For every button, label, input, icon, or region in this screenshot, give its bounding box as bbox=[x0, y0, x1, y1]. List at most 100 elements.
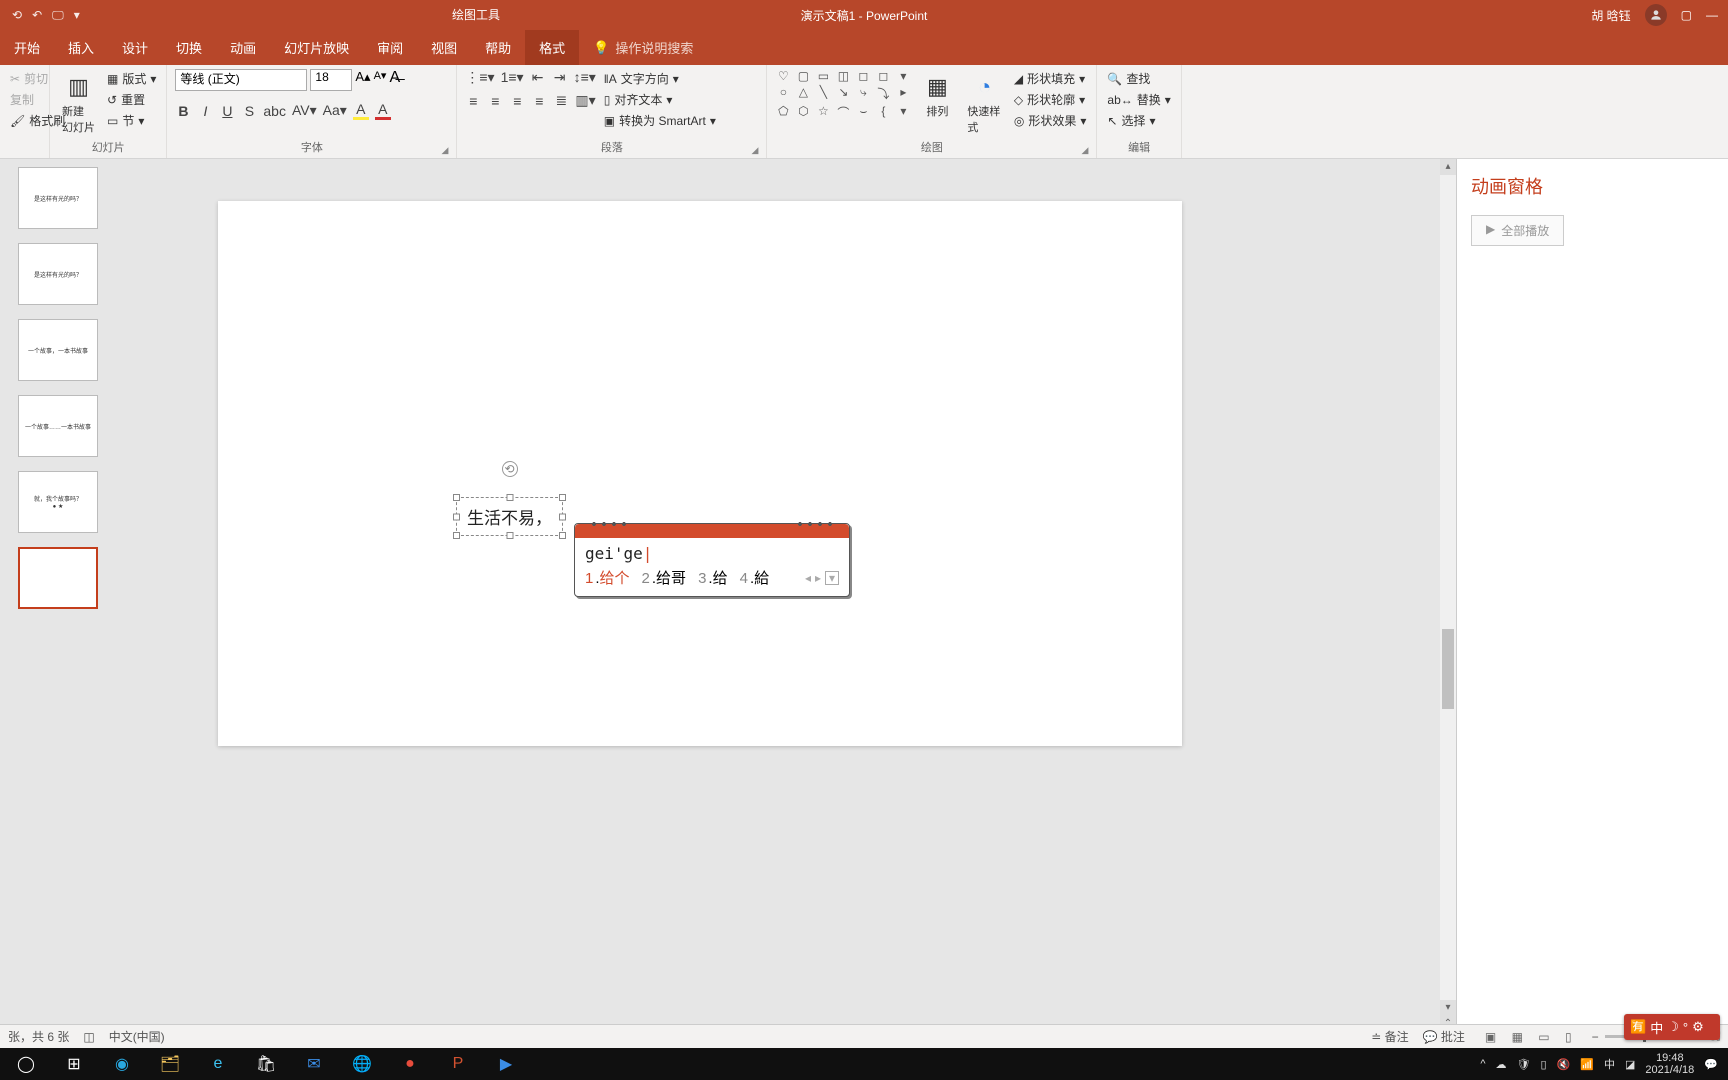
comments-button[interactable]: 💬 批注 bbox=[1423, 1028, 1465, 1045]
tab-animation[interactable]: 动画 bbox=[216, 30, 270, 65]
align-text-button[interactable]: ▯对齐文本▾ bbox=[602, 90, 718, 109]
thumbnail-3[interactable]: 一个故事，一本书故事 bbox=[18, 319, 98, 381]
clear-format-icon[interactable]: A̶ bbox=[389, 69, 400, 91]
reset-button[interactable]: ↺重置 bbox=[105, 90, 158, 109]
store-icon[interactable]: 🛍 bbox=[244, 1048, 288, 1080]
thumbnail-1[interactable]: 是这样有光的吗？ bbox=[18, 167, 98, 229]
play-all-button[interactable]: ▶ 全部播放 bbox=[1471, 215, 1564, 246]
mail-icon[interactable]: ✉ bbox=[292, 1048, 336, 1080]
ime-candidate-4[interactable]: 4.給 bbox=[740, 567, 770, 588]
resize-handle[interactable] bbox=[453, 532, 460, 539]
find-button[interactable]: 🔍查找 bbox=[1105, 69, 1172, 88]
reading-view-icon[interactable]: ▭ bbox=[1532, 1030, 1555, 1044]
increase-font-icon[interactable]: A▴ bbox=[355, 69, 370, 91]
scroll-up-icon[interactable]: ▴ bbox=[1440, 159, 1456, 175]
tab-transition[interactable]: 切换 bbox=[162, 30, 216, 65]
dialog-launcher-icon[interactable]: ◢ bbox=[1081, 145, 1088, 156]
tab-review[interactable]: 审阅 bbox=[363, 30, 417, 65]
ime-candidate-1[interactable]: 1.给个 bbox=[585, 567, 630, 588]
edge-icon[interactable]: ◉ bbox=[100, 1048, 144, 1080]
thumbnail-6[interactable] bbox=[18, 547, 98, 609]
ime-candidates[interactable]: 1.给个 2.给哥 3.给 4.給 ◂ ▸ ▾ bbox=[575, 565, 849, 596]
resize-handle[interactable] bbox=[506, 494, 513, 501]
textbox-content[interactable]: 生活不易， bbox=[467, 509, 552, 528]
tab-view[interactable]: 视图 bbox=[417, 30, 471, 65]
ie-icon[interactable]: e bbox=[196, 1048, 240, 1080]
shadow-button[interactable]: abc bbox=[263, 103, 286, 119]
dialog-launcher-icon[interactable]: ◢ bbox=[441, 145, 448, 156]
browser-icon[interactable]: 🌐 bbox=[340, 1048, 384, 1080]
tab-slideshow[interactable]: 幻灯片放映 bbox=[270, 30, 363, 65]
current-slide[interactable]: ⟲ 生活不易， gei'ge 1.给个 2.给哥 bbox=[218, 201, 1182, 746]
smartart-button[interactable]: ▣转换为 SmartArt▾ bbox=[602, 111, 718, 130]
ime-candidate-2[interactable]: 2.给哥 bbox=[642, 567, 687, 588]
columns-button[interactable]: ▥▾ bbox=[575, 92, 595, 109]
justify-button[interactable]: ≡ bbox=[531, 93, 547, 109]
shapes-gallery[interactable]: ♡▢▭◫◻◻▾ ○△╲↘⤷⤵▸ ⬠⬡☆⌒⌣{▾ bbox=[775, 69, 911, 121]
change-case-button[interactable]: Aa▾ bbox=[323, 102, 347, 119]
rotation-handle-icon[interactable]: ⟲ bbox=[502, 461, 518, 477]
accessibility-icon[interactable]: ◫ bbox=[83, 1030, 94, 1044]
resize-handle[interactable] bbox=[559, 532, 566, 539]
tab-help[interactable]: 帮助 bbox=[471, 30, 525, 65]
resize-handle[interactable] bbox=[559, 494, 566, 501]
minimize-icon[interactable]: — bbox=[1706, 8, 1718, 22]
line-spacing-button[interactable]: ↕≡▾ bbox=[574, 69, 596, 86]
tab-design[interactable]: 设计 bbox=[108, 30, 162, 65]
tray-wifi-icon[interactable]: 📶 bbox=[1580, 1058, 1594, 1071]
taskbar-clock[interactable]: 19:48 2021/4/18 bbox=[1645, 1052, 1694, 1076]
powerpoint-icon[interactable]: P bbox=[436, 1048, 480, 1080]
language-indicator[interactable]: 中文(中国) bbox=[109, 1028, 165, 1045]
explorer-icon[interactable]: 🗂 bbox=[148, 1048, 192, 1080]
new-slide-button[interactable]: ▥ 新建 幻灯片 bbox=[58, 69, 99, 137]
layout-button[interactable]: ▦版式▾ bbox=[105, 69, 158, 88]
select-button[interactable]: ↖选择▾ bbox=[1105, 111, 1172, 130]
media-icon[interactable]: ▶ bbox=[484, 1048, 528, 1080]
numbering-button[interactable]: 1≡▾ bbox=[501, 69, 524, 86]
ime-next-icon[interactable]: ▸ bbox=[815, 571, 821, 585]
ime-candidate-3[interactable]: 3.给 bbox=[698, 567, 728, 588]
ribbon-display-icon[interactable]: ▢ bbox=[1681, 8, 1692, 22]
tray-ime-icon[interactable]: ▯ bbox=[1540, 1058, 1546, 1071]
font-color-button[interactable]: A bbox=[375, 101, 391, 120]
tell-me-search[interactable]: 💡 操作说明搜索 bbox=[579, 30, 707, 65]
thumbnail-4[interactable]: 一个故事……一本书故事 bbox=[18, 395, 98, 457]
action-center-icon[interactable]: 💬 bbox=[1704, 1058, 1718, 1071]
shape-outline-button[interactable]: ◇形状轮廓▾ bbox=[1012, 90, 1089, 109]
tray-volume-icon[interactable]: 🔇 bbox=[1557, 1058, 1571, 1071]
strike-button[interactable]: S bbox=[241, 103, 257, 119]
sorter-view-icon[interactable]: ▦ bbox=[1506, 1030, 1529, 1044]
shape-effects-button[interactable]: ◎形状效果▾ bbox=[1012, 111, 1089, 130]
task-view-icon[interactable]: ⊞ bbox=[52, 1048, 96, 1080]
vertical-scrollbar[interactable]: ▴ ▾ ⌃ ⌄ bbox=[1440, 159, 1456, 1048]
highlight-button[interactable]: A bbox=[353, 101, 369, 120]
tab-format[interactable]: 格式 bbox=[525, 30, 579, 65]
quick-styles-button[interactable]: ◔ 快速样式 bbox=[963, 69, 1005, 137]
resize-handle[interactable] bbox=[559, 513, 566, 520]
align-center-button[interactable]: ≡ bbox=[487, 93, 503, 109]
font-size-combo[interactable]: 18 bbox=[310, 69, 352, 91]
slide-canvas[interactable]: ▴ ▾ ⌃ ⌄ ⟲ 生活不易， bbox=[98, 159, 1456, 1048]
qat-more-icon[interactable]: ▾ bbox=[74, 8, 80, 22]
start-button[interactable]: ◯ bbox=[4, 1048, 48, 1080]
tray-app-icon[interactable]: ◪ bbox=[1625, 1058, 1635, 1071]
redo-icon[interactable]: 🖵 bbox=[52, 8, 64, 23]
notes-button[interactable]: ≐ 备注 bbox=[1371, 1028, 1408, 1045]
resize-handle[interactable] bbox=[453, 513, 460, 520]
scrollbar-thumb[interactable] bbox=[1442, 629, 1454, 709]
scroll-down-icon[interactable]: ▾ bbox=[1440, 1000, 1456, 1016]
outdent-button[interactable]: ⇤ bbox=[530, 69, 546, 86]
char-spacing-button[interactable]: AV▾ bbox=[292, 102, 317, 119]
section-button[interactable]: ▭节▾ bbox=[105, 111, 158, 130]
decrease-font-icon[interactable]: A▾ bbox=[374, 69, 387, 91]
text-direction-button[interactable]: ‖A文字方向▾ bbox=[602, 69, 718, 88]
arrange-button[interactable]: ▦ 排列 bbox=[917, 69, 957, 121]
thumbnail-5[interactable]: 就，我个故事吗？● ★ bbox=[18, 471, 98, 533]
indent-button[interactable]: ⇥ bbox=[552, 69, 568, 86]
thumbnail-2[interactable]: 是这样有光的吗？ bbox=[18, 243, 98, 305]
ime-candidate-window[interactable]: gei'ge 1.给个 2.给哥 3.给 4.給 ◂ ▸ ▾ bbox=[574, 523, 850, 597]
record-icon[interactable]: ● bbox=[388, 1048, 432, 1080]
bullets-button[interactable]: ⋮≡▾ bbox=[465, 69, 494, 86]
bold-button[interactable]: B bbox=[175, 103, 191, 119]
align-left-button[interactable]: ≡ bbox=[465, 93, 481, 109]
